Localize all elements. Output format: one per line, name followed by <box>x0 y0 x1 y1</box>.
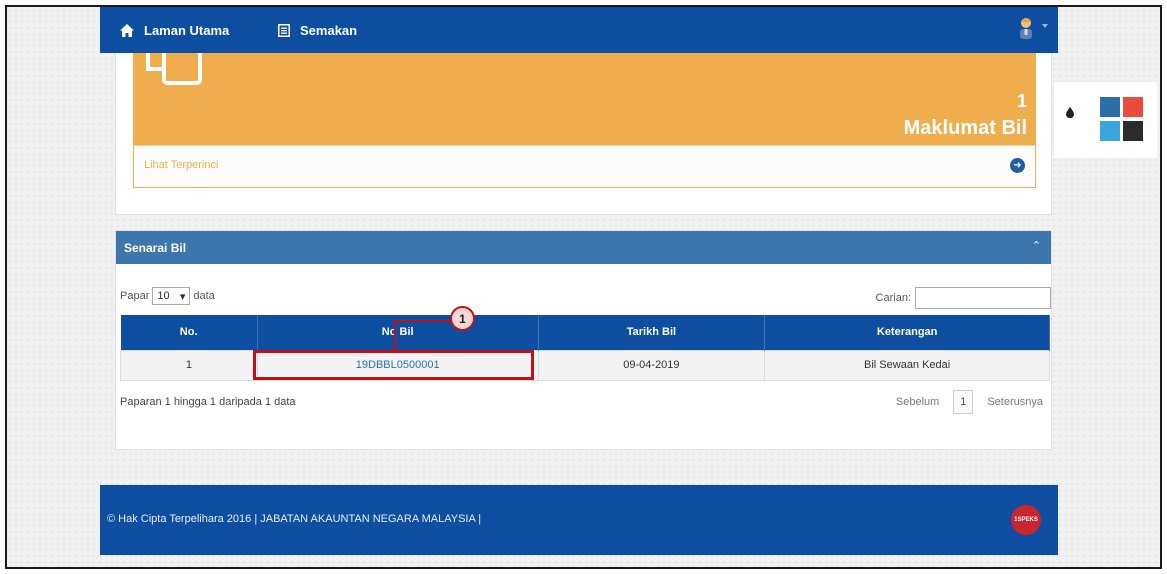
footer-copyright: © Hak Cipta Terpelihara 2016 | JABATAN A… <box>107 513 482 525</box>
stat-card-body: 1 Maklumat Bil <box>134 53 1035 145</box>
column-header-no-bil[interactable]: No Bil <box>257 315 539 350</box>
bill-number-link[interactable]: 19DBBL0500001 <box>356 359 440 371</box>
theme-swatch-light-blue[interactable] <box>1100 121 1120 141</box>
caret-down-icon: ▾ <box>179 290 186 303</box>
annotation-step-badge: 1 <box>450 306 475 331</box>
column-header-tarikh-bil[interactable]: Tarikh Bil <box>538 315 766 350</box>
color-drop-icon[interactable] <box>1066 105 1074 123</box>
theme-swatch-red[interactable] <box>1123 97 1143 117</box>
user-menu-caret-icon[interactable] <box>1042 24 1048 28</box>
search-label: Carian: <box>875 292 911 304</box>
cell-no-bil: 19DBBL0500001 <box>256 349 539 381</box>
pagination-page-button[interactable]: 1 <box>953 390 974 414</box>
panel-header: Senarai Bil ⌃ <box>116 231 1051 264</box>
arrow-circle-right-icon[interactable]: ➜ <box>1010 158 1025 173</box>
page-length-value: 10 <box>157 290 170 302</box>
panel-title: Senarai Bil <box>124 241 187 255</box>
chevron-up-icon[interactable]: ⌃ <box>1032 239 1041 252</box>
page-footer: © Hak Cipta Terpelihara 2016 | JABATAN A… <box>100 485 1058 555</box>
home-icon <box>120 23 134 37</box>
stat-count: 1 <box>1016 91 1027 111</box>
column-header-keterangan[interactable]: Keterangan <box>764 315 1050 350</box>
cell-tarikh-bil: 09-04-2019 <box>537 349 766 381</box>
page-length-suffix: data <box>193 290 215 302</box>
pagination-next-button[interactable]: Seterusnya <box>987 396 1043 408</box>
copy-icon <box>144 53 214 94</box>
bills-table: No. No Bil Tarikh Bil Keterangan 1 19DBB… <box>120 315 1050 381</box>
bill-list-panel: Senarai Bil ⌃ Papar 10 ▾ data Carian: No… <box>115 230 1052 450</box>
dashboard-panel: 1 Maklumat Bil Lihat Terperinci ➜ <box>115 53 1052 215</box>
page-length-select[interactable]: 10 ▾ <box>152 287 191 305</box>
cell-no: 1 <box>120 349 258 381</box>
list-icon <box>278 23 290 37</box>
nav-semakan-label: Semakan <box>300 22 358 38</box>
nav-home-label: Laman Utama <box>144 22 230 38</box>
pagination-prev-button[interactable]: Sebelum <box>896 396 939 408</box>
logo-text: 1SPEKS <box>1014 517 1038 523</box>
theme-swatch-dark[interactable] <box>1123 121 1143 141</box>
search-input[interactable] <box>915 287 1051 309</box>
view-details-link[interactable]: Lihat Terperinci <box>144 159 218 171</box>
stat-card-footer[interactable]: Lihat Terperinci ➜ <box>134 145 1035 187</box>
stat-card-maklumat-bil: 1 Maklumat Bil Lihat Terperinci ➜ <box>133 53 1036 188</box>
table-header-row: No. No Bil Tarikh Bil Keterangan <box>120 315 1050 350</box>
search-control: Carian: <box>876 287 1051 309</box>
table-info: Paparan 1 hingga 1 daripada 1 data <box>120 396 296 408</box>
cell-keterangan: Bil Sewaan Kedai <box>764 349 1050 381</box>
theme-color-panel <box>1054 82 1157 158</box>
ispeks-logo: 1SPEKS <box>1011 505 1041 535</box>
stat-label: Maklumat Bil <box>903 117 1027 139</box>
nav-home-link[interactable]: Laman Utama <box>120 7 229 53</box>
top-navbar: Laman Utama Semakan <box>100 7 1058 53</box>
page-length-prefix: Papar <box>120 290 150 302</box>
nav-semakan-link[interactable]: Semakan <box>278 7 357 53</box>
theme-swatch-blue[interactable] <box>1100 97 1120 117</box>
pagination: Sebelum 1 Seterusnya <box>896 390 1043 414</box>
page-length-control: Papar 10 ▾ data <box>120 287 215 305</box>
user-avatar-icon[interactable] <box>1018 17 1034 39</box>
column-header-no[interactable]: No. <box>120 315 258 350</box>
table-row: 1 19DBBL0500001 09-04-2019 Bil Sewaan Ke… <box>120 349 1050 381</box>
